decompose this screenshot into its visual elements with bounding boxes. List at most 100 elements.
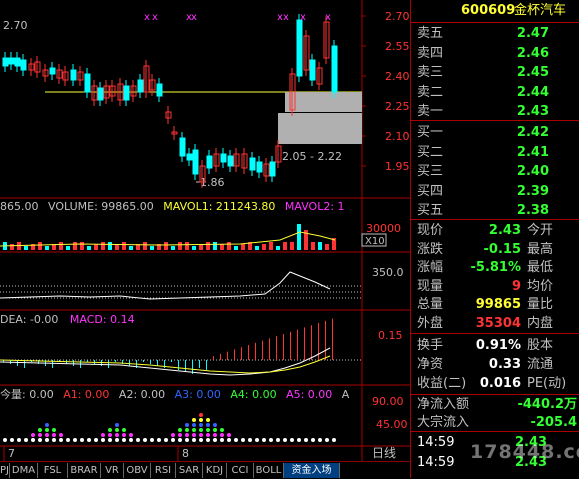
bid-row[interactable]: 买二 2.41	[415, 144, 579, 162]
indicator-dot	[192, 423, 196, 427]
period-label[interactable]: 日线	[372, 446, 396, 460]
volume-bar	[262, 244, 266, 250]
tab-OBV[interactable]: OBV	[124, 463, 151, 478]
macd-bar	[325, 320, 326, 360]
stat-row-label: 涨跌	[417, 241, 444, 257]
bid-row[interactable]: 买一 2.42	[415, 124, 579, 142]
tab-CCI[interactable]: CCI	[227, 463, 254, 478]
stat-row-value: 99865	[475, 297, 521, 312]
left-price-label: 2.70	[3, 19, 28, 32]
macd-bar	[213, 356, 214, 360]
tab-FSL[interactable]: FSL	[38, 463, 68, 478]
candle-body	[137, 79, 144, 93]
tab-SAR[interactable]: SAR	[176, 463, 203, 478]
macd-bar	[24, 360, 25, 368]
volume-bar	[101, 242, 105, 250]
tab-VR[interactable]: VR	[101, 463, 124, 478]
stat2-row[interactable]: 收益(二) 0.016 PE(动)	[415, 375, 579, 393]
indicator-dot	[185, 428, 189, 432]
tab-DMA[interactable]: DMA	[10, 463, 38, 478]
indicator-dot	[3, 438, 7, 442]
stat-row[interactable]: 现价 2.43 今开	[415, 222, 579, 240]
bid-row[interactable]: 买四 2.39	[415, 183, 579, 201]
ask-row-label: 卖一	[417, 104, 444, 119]
stat2-row[interactable]: 换手 0.91% 股本	[415, 337, 579, 355]
volume-bar	[234, 246, 238, 250]
bid-row-label: 买一	[417, 125, 444, 140]
indicator-dot	[297, 438, 301, 442]
stat-row-value: 2.43	[488, 223, 521, 238]
indicator-dot	[10, 438, 14, 442]
volume-bar	[311, 242, 315, 250]
indicator-dot	[52, 428, 56, 432]
stat-row[interactable]: 外盘 35304 内盘	[415, 315, 579, 333]
volume-bar	[255, 246, 259, 250]
volume-bar	[185, 242, 189, 250]
stat-row-label2: 最高	[527, 241, 554, 257]
macd-bar	[143, 360, 144, 362]
volume-bar	[129, 246, 133, 250]
indicator-dots	[3, 413, 336, 442]
stat-row[interactable]: 总量 99865 量比	[415, 296, 579, 314]
indicator-dot	[59, 433, 63, 437]
ask-row[interactable]: 卖三 2.45	[415, 64, 579, 82]
macd-bar	[199, 360, 200, 368]
signal-marker: x	[144, 12, 150, 23]
bid-row-label: 买四	[417, 183, 444, 199]
stock-header: 600609 金杯汽车	[411, 0, 579, 22]
kline-chart-svg[interactable]: 2.70 2.55 2.40 2.25 2.10 1.95 2.70 2.05 - 2.2…	[0, 0, 410, 461]
indicator-dot	[178, 438, 182, 442]
indicator-dot	[325, 438, 329, 442]
stat-row[interactable]: 现量 9 均价	[415, 278, 579, 296]
kline-chart-area[interactable]: 2.70 2.55 2.40 2.25 2.10 1.95 2.70 2.05 - 2.2…	[0, 0, 410, 461]
stat-row-label2: 今开	[527, 223, 554, 238]
stat-row[interactable]: 涨跌 -0.15 最高	[415, 241, 579, 259]
ask-row[interactable]: 卖二 2.44	[415, 84, 579, 102]
ask-row-value: 2.43	[516, 104, 549, 119]
volume-bar	[206, 242, 210, 250]
price-axis-label: 2.10	[385, 130, 410, 143]
ask-row[interactable]: 卖五 2.47	[415, 25, 579, 43]
indicator-dot	[318, 438, 322, 442]
indicator-dot	[206, 423, 210, 427]
indicator-dot	[129, 438, 133, 442]
indicator-dot	[80, 438, 84, 442]
ask-row[interactable]: 卖一 2.43	[415, 103, 579, 121]
bid-row[interactable]: 买五 2.38	[415, 202, 579, 220]
bid-row[interactable]: 买三 2.40	[415, 163, 579, 181]
tab-BRAR[interactable]: BRAR	[68, 463, 101, 478]
volume-bar	[290, 242, 294, 250]
macd-bar	[262, 340, 263, 360]
indicator-dot	[304, 438, 308, 442]
ask-row[interactable]: 卖四 2.46	[415, 45, 579, 63]
indicator-dot	[206, 428, 210, 432]
stat-row[interactable]: 涨幅 -5.81% 最低	[415, 259, 579, 277]
indicator-dot	[199, 418, 203, 422]
volume-bar	[318, 242, 322, 250]
svg-text:DEA: -0.00 MACD: 0.14: DEA: -0.00 MACD: 0.14	[0, 313, 135, 326]
macd-histogram	[3, 318, 333, 374]
indicator-dot	[199, 413, 203, 417]
indicator-dot	[38, 428, 42, 432]
flow-row[interactable]: 净流入额 -440.2万	[415, 396, 579, 414]
bid-row-value: 2.40	[516, 164, 549, 179]
stat2-row-label2: 流通	[527, 357, 554, 372]
stat2-row-value: 0.016	[479, 376, 521, 391]
tab-BOLL[interactable]: BOLL	[254, 463, 284, 478]
macd-bar	[185, 360, 186, 372]
indicator-dot	[199, 438, 203, 442]
indicator-dot	[213, 438, 217, 442]
tab-RSI[interactable]: RSI	[151, 463, 176, 478]
candle-body	[269, 161, 276, 177]
flow-row[interactable]: 大宗流入 -205.4	[415, 414, 579, 432]
tab-KDJ[interactable]: KDJ	[203, 463, 227, 478]
tab-PJ[interactable]: PJ	[0, 463, 10, 478]
bid-row-value: 2.41	[516, 144, 549, 160]
signal-markers: xxxxxxxx	[144, 12, 331, 23]
volume-bar	[220, 244, 224, 250]
tab-资金入场[interactable]: 资金入场	[284, 463, 340, 478]
volume-bar	[227, 242, 231, 250]
stat2-row[interactable]: 净资 0.33 流通	[415, 356, 579, 374]
indicator-dot	[213, 433, 217, 437]
volume-bar	[325, 244, 329, 250]
